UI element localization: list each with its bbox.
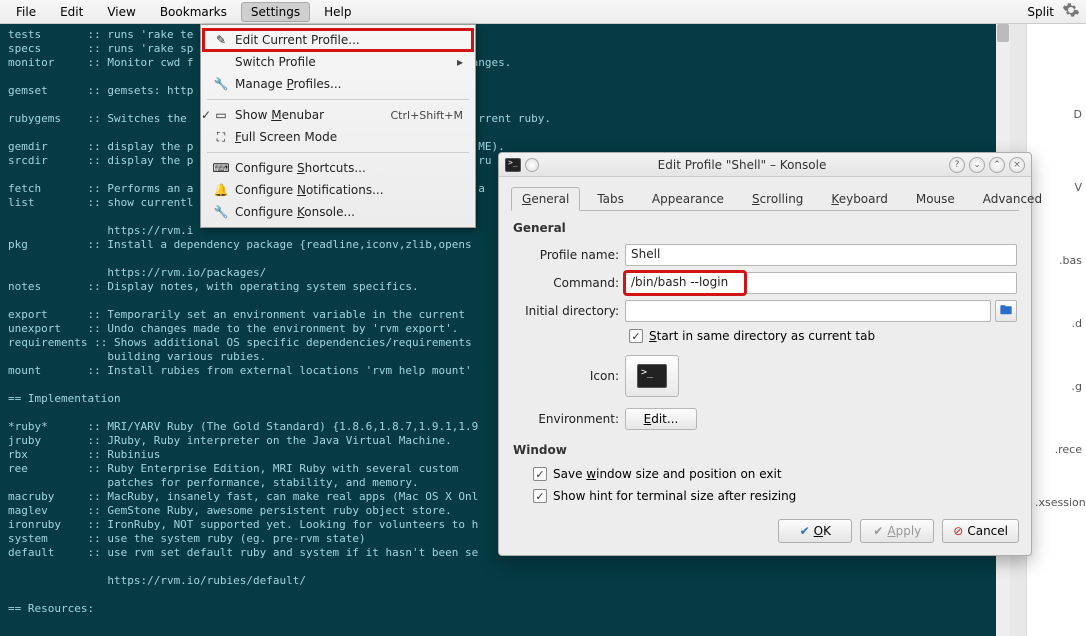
- icon-button[interactable]: [625, 355, 679, 397]
- section-general: General: [499, 211, 1031, 241]
- command-input-tail[interactable]: [745, 272, 1017, 294]
- label-initial-dir: Initial directory:: [513, 304, 625, 318]
- label-profile-name: Profile name:: [513, 248, 625, 262]
- configure-konsole[interactable]: 🔧 Configure Konsole...: [203, 201, 473, 223]
- checkbox-icon: [533, 489, 547, 503]
- menu-separator: [207, 152, 469, 153]
- wrench-icon: 🔧: [213, 76, 229, 92]
- menu-file[interactable]: File: [6, 2, 46, 22]
- start-same-dir-checkbox[interactable]: Start in same directory as current tab: [499, 325, 1031, 347]
- show-menubar[interactable]: ✓ ▭ Show Menubar Ctrl+Shift+M: [203, 104, 473, 126]
- shortcuts-icon: ⌨: [213, 160, 229, 176]
- side-item: V: [1027, 121, 1086, 194]
- tab-advanced[interactable]: Advanced: [972, 187, 1053, 211]
- maximize-button[interactable]: ⌃: [989, 157, 1005, 173]
- menu-view[interactable]: View: [97, 2, 145, 22]
- dialog-title: Edit Profile "Shell" – Konsole: [539, 158, 945, 172]
- split-label[interactable]: Split: [1027, 5, 1054, 19]
- edit-current-profile[interactable]: ✎ Edit Current Profile...: [203, 29, 473, 51]
- side-item: D: [1027, 94, 1086, 121]
- full-screen-mode[interactable]: □ ⛶ Full Screen Mode: [203, 126, 473, 148]
- side-item: .g: [1027, 330, 1086, 393]
- konsole-app-icon: [505, 158, 521, 172]
- label-command: Command:: [513, 276, 625, 290]
- terminal-icon: [637, 364, 667, 388]
- checkbox-unchecked-icon: □: [201, 130, 212, 144]
- switch-profile[interactable]: Switch Profile ▸: [203, 51, 473, 73]
- initial-dir-input[interactable]: [625, 300, 991, 322]
- wrench-icon: 🔧: [213, 204, 229, 220]
- close-button[interactable]: ×: [1009, 157, 1025, 173]
- cancel-icon: ⊘: [953, 524, 963, 538]
- apply-icon: ✔: [873, 524, 883, 538]
- command-input[interactable]: /bin/bash --login: [625, 272, 745, 294]
- tab-keyboard[interactable]: Keyboard: [820, 187, 898, 211]
- label-icon: Icon:: [513, 369, 625, 383]
- side-item: .rece: [1027, 393, 1086, 456]
- apply-button[interactable]: ✔Apply: [860, 519, 934, 543]
- cancel-button[interactable]: ⊘Cancel: [942, 519, 1019, 543]
- help-button[interactable]: ?: [949, 157, 965, 173]
- dialog-titlebar[interactable]: Edit Profile "Shell" – Konsole ? ⌄ ⌃ ×: [499, 153, 1031, 177]
- manage-profiles[interactable]: 🔧 Manage Profiles...: [203, 73, 473, 95]
- checkbox-icon: [629, 329, 643, 343]
- tab-mouse[interactable]: Mouse: [905, 187, 966, 211]
- minimize-button[interactable]: ⌄: [969, 157, 985, 173]
- folder-icon: 🖿: [1000, 301, 1012, 322]
- pin-icon[interactable]: [525, 158, 539, 172]
- menu-separator: [207, 99, 469, 100]
- menubar: File Edit View Bookmarks Settings Help S…: [0, 0, 1086, 24]
- menu-help[interactable]: Help: [314, 2, 361, 22]
- tab-tabs[interactable]: Tabs: [586, 187, 635, 211]
- fullscreen-icon: ⛶: [213, 129, 229, 145]
- label-environment: Environment:: [513, 412, 625, 426]
- checkbox-checked-icon: ✓: [201, 108, 211, 122]
- shortcut-label: Ctrl+Shift+M: [391, 109, 464, 122]
- side-item: .xsession: [1027, 456, 1086, 509]
- settings-dropdown: ✎ Edit Current Profile... Switch Profile…: [200, 24, 476, 228]
- ok-icon: ✔: [800, 524, 810, 538]
- menu-edit[interactable]: Edit: [50, 2, 93, 22]
- tab-general[interactable]: General: [511, 187, 580, 211]
- side-panel: D V .bas .d .g .rece .xsession: [1026, 24, 1086, 636]
- checkbox-icon: [533, 467, 547, 481]
- side-item: .d: [1027, 267, 1086, 330]
- profile-name-input[interactable]: Shell: [625, 244, 1017, 266]
- tab-appearance[interactable]: Appearance: [641, 187, 735, 211]
- environment-edit-button[interactable]: Edit...: [625, 408, 697, 430]
- configure-notifications[interactable]: 🔔 Configure Notifications...: [203, 179, 473, 201]
- browse-dir-button[interactable]: 🖿: [995, 300, 1017, 322]
- configure-shortcuts[interactable]: ⌨ Configure Shortcuts...: [203, 157, 473, 179]
- menubar-icon: ▭: [213, 107, 229, 123]
- dialog-tabs: General Tabs Appearance Scrolling Keyboa…: [499, 177, 1031, 211]
- menu-bookmarks[interactable]: Bookmarks: [150, 2, 237, 22]
- show-hint-checkbox[interactable]: Show hint for terminal size after resizi…: [499, 485, 1031, 507]
- bell-icon: 🔔: [213, 182, 229, 198]
- ok-button[interactable]: ✔OK: [778, 519, 852, 543]
- chevron-right-icon: ▸: [457, 55, 463, 69]
- menu-settings[interactable]: Settings: [241, 2, 310, 22]
- tab-scrolling[interactable]: Scrolling: [741, 187, 814, 211]
- edit-profile-dialog: Edit Profile "Shell" – Konsole ? ⌄ ⌃ × G…: [498, 152, 1032, 556]
- section-window: Window: [499, 433, 1031, 463]
- gear-icon[interactable]: [1062, 1, 1080, 22]
- save-window-size-checkbox[interactable]: Save window size and position on exit: [499, 463, 1031, 485]
- profile-edit-icon: ✎: [213, 32, 229, 48]
